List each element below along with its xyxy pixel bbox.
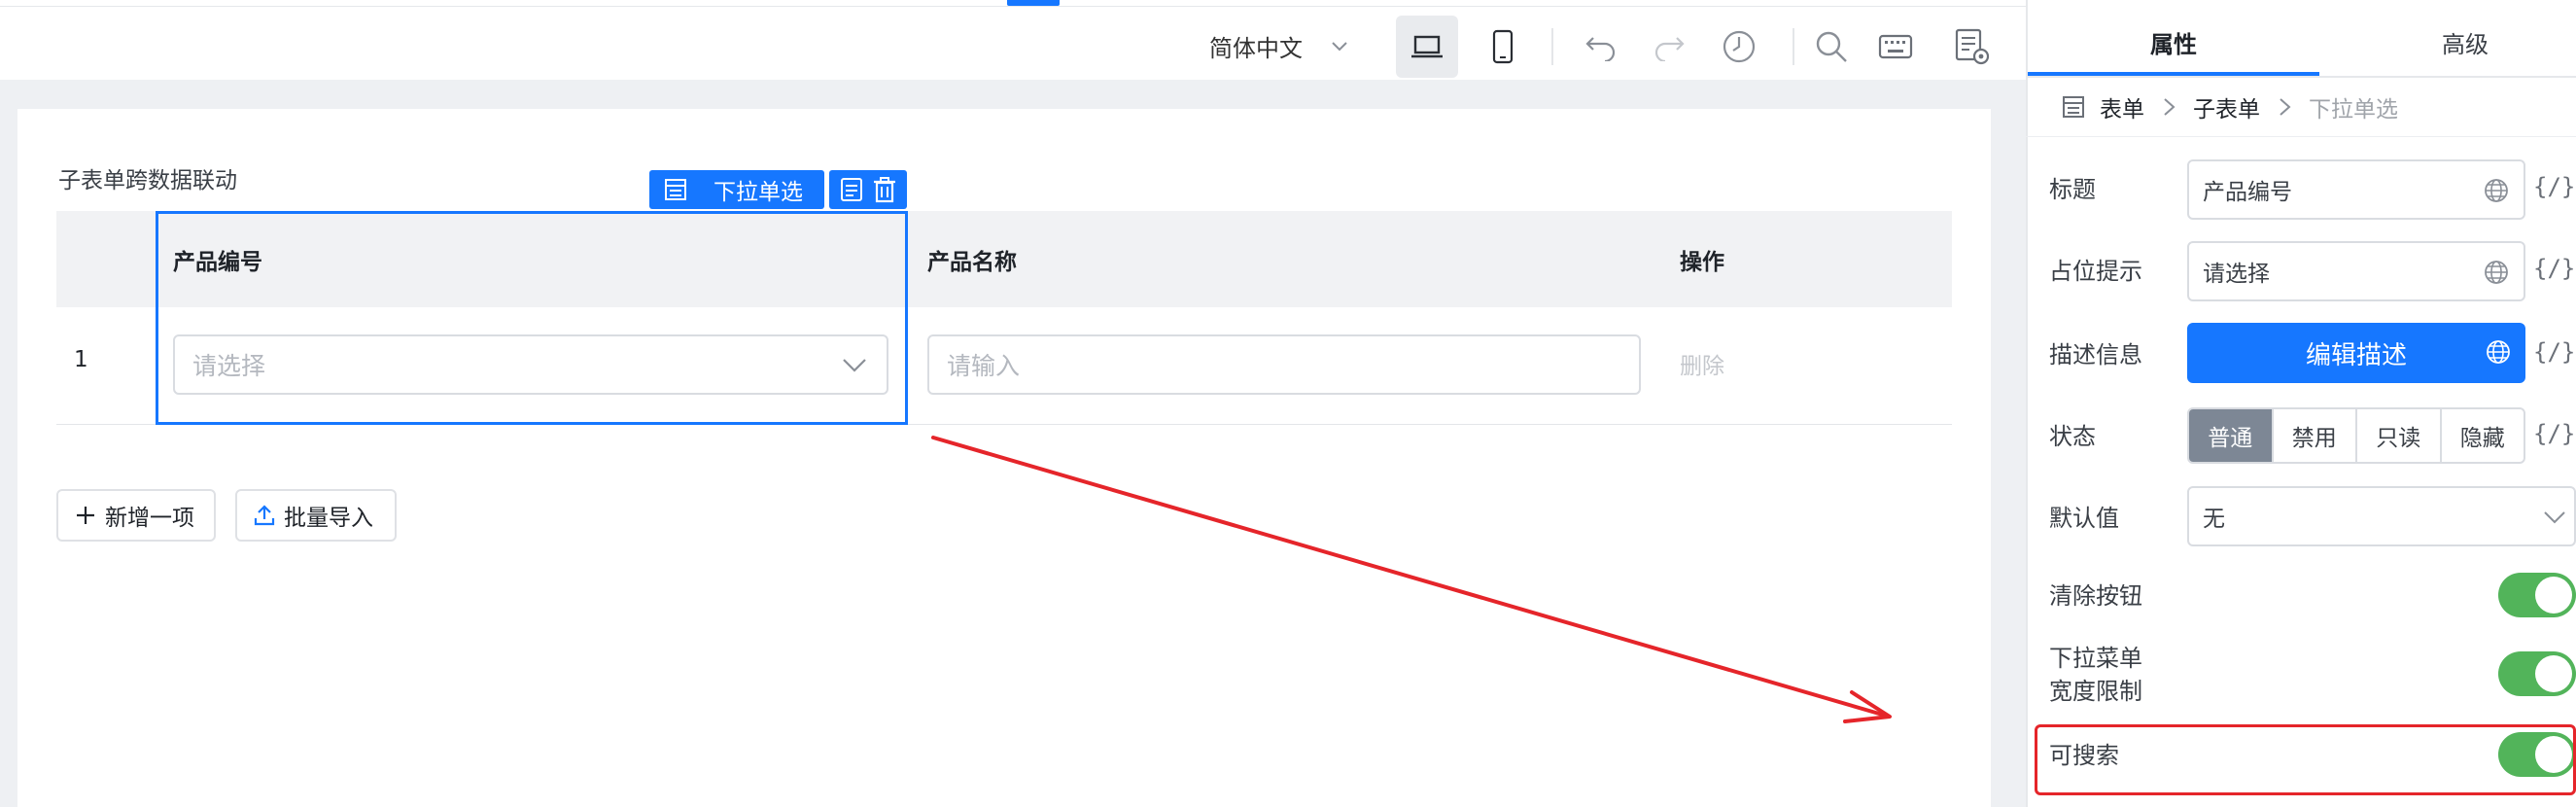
bulk-import-button[interactable]: 批量导入 xyxy=(235,489,397,542)
chevron-down-icon xyxy=(2544,511,2565,524)
column-header-actions: 操作 xyxy=(1680,250,1724,275)
toolbar-separator xyxy=(1551,28,1553,65)
subform-title: 子表单跨数据联动 xyxy=(58,168,237,193)
annotation-highlight-box xyxy=(2035,724,2576,795)
selected-field-tag[interactable]: 下拉单选 xyxy=(649,170,824,209)
redo-icon xyxy=(1654,37,1685,61)
title-value: 产品编号 xyxy=(2203,180,2292,205)
copy-icon[interactable] xyxy=(838,176,865,203)
designer-toolbar: 简体中文 xyxy=(0,7,2026,80)
add-item-button[interactable]: 新增一项 xyxy=(56,489,216,542)
toggle-knob xyxy=(2535,577,2572,614)
status-hidden[interactable]: 隐藏 xyxy=(2442,409,2524,462)
globe-icon[interactable] xyxy=(2485,338,2512,366)
select-field-icon xyxy=(665,179,686,200)
product-name-input[interactable]: 请输入 xyxy=(927,334,1641,395)
history-icon xyxy=(1723,30,1756,63)
chevron-right-icon xyxy=(2280,98,2291,116)
add-item-label: 新增一项 xyxy=(105,506,194,531)
selected-column-frame xyxy=(156,211,908,425)
edit-description-label: 编辑描述 xyxy=(2305,340,2407,370)
placeholder-input[interactable]: 请选择 xyxy=(2187,241,2525,301)
upload-icon xyxy=(254,505,275,526)
field-actions xyxy=(829,170,907,209)
history-button[interactable] xyxy=(1708,16,1770,78)
mobile-view-button[interactable] xyxy=(1472,16,1534,78)
mobile-icon xyxy=(1492,29,1514,64)
panel-tabs: 属性 高级 xyxy=(2028,0,2576,78)
divider xyxy=(2026,136,2576,137)
dropdown-width-toggle[interactable] xyxy=(2498,651,2576,696)
tab-advanced[interactable]: 高级 xyxy=(2442,25,2489,59)
form-settings-button[interactable] xyxy=(1940,16,2002,78)
search-icon xyxy=(1816,31,1847,62)
delete-row-link[interactable]: 删除 xyxy=(1680,347,1724,380)
placeholder-label: 占位提示 xyxy=(2049,258,2142,285)
dropdown-width-label-line1: 下拉菜单 xyxy=(2049,645,2142,672)
expression-icon[interactable]: {/} xyxy=(2533,420,2575,447)
title-label: 标题 xyxy=(2049,176,2096,203)
status-segmented: 普通 禁用 只读 隐藏 xyxy=(2187,407,2525,464)
chevron-right-icon xyxy=(2164,98,2176,116)
breadcrumb-current: 下拉单选 xyxy=(2309,97,2398,123)
globe-icon[interactable] xyxy=(2483,259,2510,286)
status-disabled[interactable]: 禁用 xyxy=(2274,409,2357,462)
language-label: 简体中文 xyxy=(1209,34,1303,62)
expression-icon[interactable]: {/} xyxy=(2533,173,2575,200)
plus-icon xyxy=(77,507,94,524)
bulk-import-label: 批量导入 xyxy=(284,506,373,531)
default-value-label: 默认值 xyxy=(2049,505,2119,532)
status-label: 状态 xyxy=(2049,423,2096,450)
clear-button-toggle[interactable] xyxy=(2498,573,2576,617)
edit-description-button[interactable]: 编辑描述 xyxy=(2187,323,2525,383)
undo-icon xyxy=(1585,37,1616,61)
keyboard-button[interactable] xyxy=(1864,16,1927,78)
language-select[interactable]: 简体中文 xyxy=(1209,28,1349,63)
expression-icon[interactable]: {/} xyxy=(2533,338,2575,366)
status-readonly[interactable]: 只读 xyxy=(2357,409,2442,462)
clear-button-label: 清除按钮 xyxy=(2049,582,2142,610)
row-index: 1 xyxy=(74,347,88,372)
desktop-view-button[interactable] xyxy=(1396,16,1458,78)
keyboard-icon xyxy=(1878,34,1913,59)
column-header-product-name: 产品名称 xyxy=(927,250,1017,275)
breadcrumb-root[interactable]: 表单 xyxy=(2100,90,2144,123)
tab-properties[interactable]: 属性 xyxy=(2150,25,2197,59)
selected-field-type: 下拉单选 xyxy=(714,180,803,205)
default-value-select[interactable]: 无 xyxy=(2187,486,2576,546)
search-button[interactable] xyxy=(1800,16,1862,78)
desktop-icon xyxy=(1411,35,1443,58)
title-input[interactable]: 产品编号 xyxy=(2187,159,2525,220)
settings-doc-icon xyxy=(1955,28,1990,65)
active-tab-underline xyxy=(2028,72,2319,76)
undo-button[interactable] xyxy=(1570,16,1632,78)
globe-icon[interactable] xyxy=(2483,177,2510,204)
placeholder-value: 请选择 xyxy=(2203,262,2270,287)
breadcrumb: 表单 子表单 下拉单选 xyxy=(2061,89,2398,124)
toggle-knob xyxy=(2535,655,2572,692)
breadcrumb-subform[interactable]: 子表单 xyxy=(2193,90,2260,123)
chevron-down-icon xyxy=(1332,42,1347,52)
dropdown-width-label-line2: 宽度限制 xyxy=(2049,678,2142,705)
default-value: 无 xyxy=(2203,507,2225,532)
input-placeholder: 请输入 xyxy=(947,352,1021,380)
description-label: 描述信息 xyxy=(2049,341,2142,368)
form-icon xyxy=(2063,96,2084,118)
app-root: 简体中文 子表单跨数据联动 下拉单选 产品编号 产品名称 操作 1 请选择 请输… xyxy=(0,0,2576,807)
status-normal[interactable]: 普通 xyxy=(2189,409,2274,462)
expression-icon[interactable]: {/} xyxy=(2533,255,2575,282)
toolbar-separator xyxy=(1793,28,1794,65)
trash-icon[interactable] xyxy=(871,176,898,203)
redo-button[interactable] xyxy=(1638,16,1700,78)
